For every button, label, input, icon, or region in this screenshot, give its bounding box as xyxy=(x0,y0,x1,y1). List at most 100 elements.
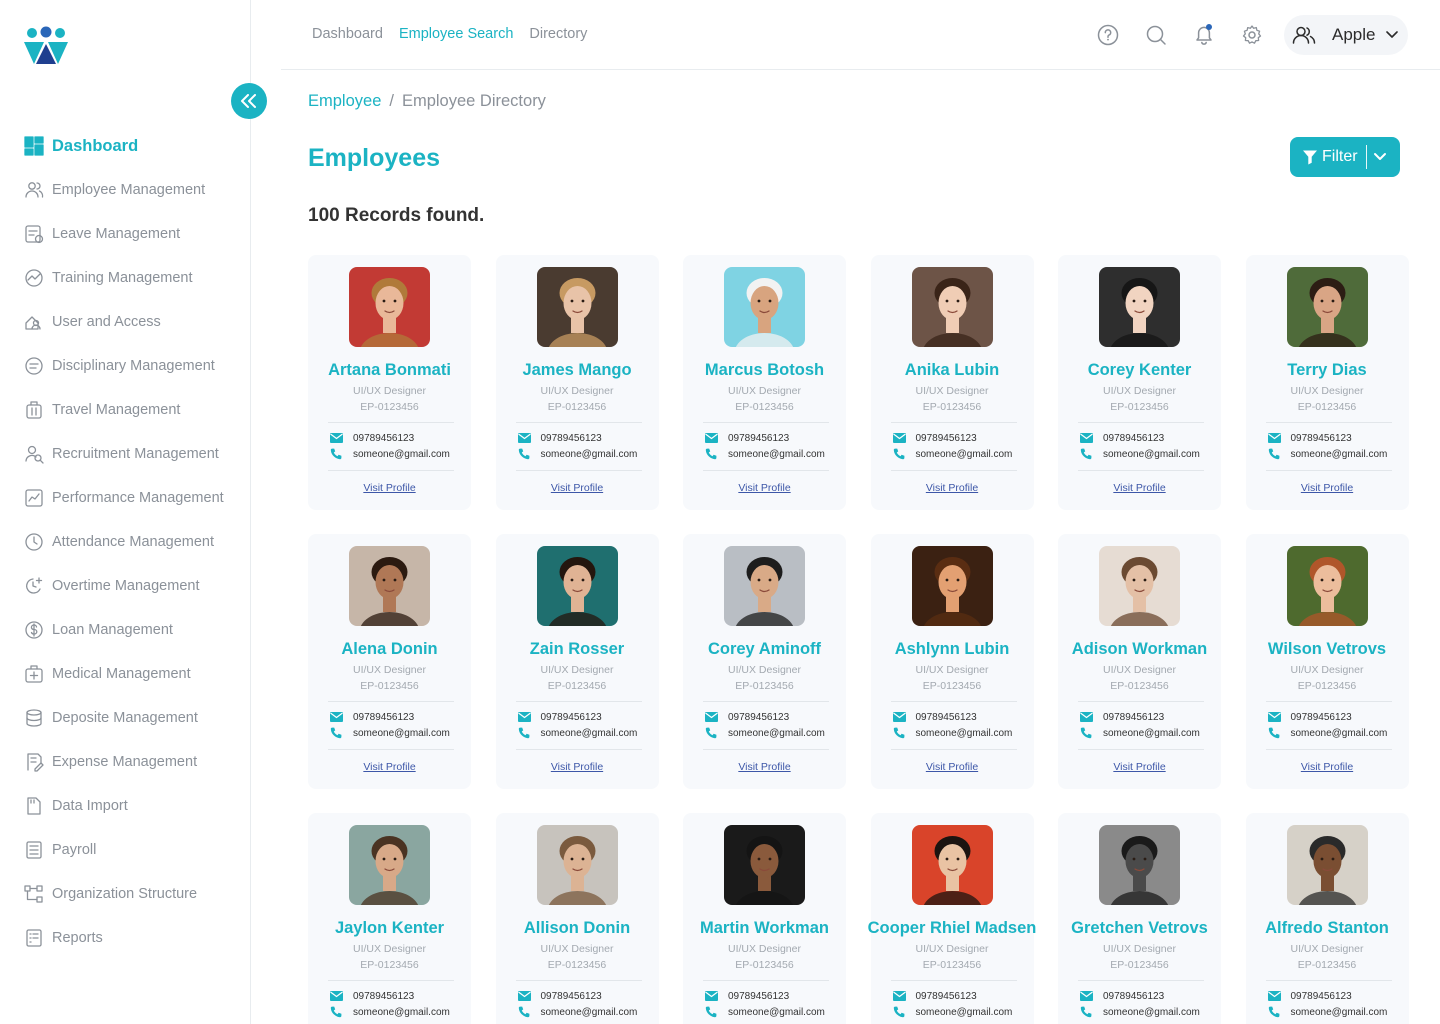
sidebar-item-travel-management[interactable]: Travel Management xyxy=(24,388,244,432)
employee-card: Zain Rosser UI/UX Designer EP-0123456 09789… xyxy=(495,534,659,789)
sidebar-item-label: Attendance Management xyxy=(52,534,215,550)
phone-text: 09789456123 xyxy=(353,711,415,723)
employee-id: EP-0123456 xyxy=(360,401,419,413)
employee-role: UI/UX Designer xyxy=(1103,664,1176,676)
employee-phone: 09789456123 xyxy=(1080,990,1164,1002)
sidebar-item-label: Loan Management xyxy=(52,622,173,638)
card-divider xyxy=(515,470,642,471)
user-menu[interactable]: Apple xyxy=(1284,15,1408,55)
tab-employee-search[interactable]: Employee Search xyxy=(399,26,513,42)
sidebar-item-overtime-management[interactable]: Overtime Management xyxy=(24,564,244,608)
sidebar-item-reports[interactable]: Reports xyxy=(24,916,244,960)
phone-text: 09789456123 xyxy=(1290,990,1352,1002)
company-logo-icon xyxy=(24,26,68,64)
phone-icon xyxy=(893,727,904,739)
mail-icon xyxy=(705,712,718,722)
sidebar-item-employee-management[interactable]: Employee Management xyxy=(24,168,244,212)
employee-phone: 09789456123 xyxy=(892,711,977,723)
card-divider xyxy=(890,749,1017,750)
card-divider xyxy=(1078,470,1204,471)
settings-button[interactable] xyxy=(1240,22,1264,48)
visit-profile-link[interactable]: Visit Profile xyxy=(683,761,846,773)
filter-button[interactable]: Filter xyxy=(1290,137,1400,177)
sidebar-item-organization-structure[interactable]: Organization Structure xyxy=(24,872,244,916)
sidebar-item-user-and-access[interactable]: User and Access xyxy=(24,300,244,344)
chart-icon xyxy=(24,488,44,508)
employee-card: Adison Workman UI/UX Designer EP-0123456 09… xyxy=(1058,534,1221,789)
sidebar-item-data-import[interactable]: Data Import xyxy=(24,784,244,828)
visit-profile-link[interactable]: Visit Profile xyxy=(1246,761,1409,773)
page-title: Employees xyxy=(308,144,441,172)
mail-icon xyxy=(517,433,531,443)
visit-profile-link[interactable]: Visit Profile xyxy=(683,482,846,494)
employee-phone: 09789456123 xyxy=(705,432,789,444)
visit-profile-link[interactable]: Visit Profile xyxy=(1058,482,1221,494)
gear-icon xyxy=(1242,25,1262,44)
employee-name: Anika Lubin xyxy=(904,361,1000,379)
employee-card: Allison Donin UI/UX Designer EP-0123456 097… xyxy=(495,813,659,1024)
employee-name: Alfredo Stanton xyxy=(1265,919,1389,937)
employee-role: UI/UX Designer xyxy=(915,385,989,397)
employee-role: UI/UX Designer xyxy=(353,943,426,955)
chevron-down-icon[interactable] xyxy=(1373,152,1387,162)
employee-email: someone@gmail.com xyxy=(330,1006,450,1018)
help-button[interactable] xyxy=(1096,22,1120,48)
sidebar-item-label: Performance Management xyxy=(52,490,224,506)
mail-icon xyxy=(705,991,718,1001)
visit-profile-link[interactable]: Visit Profile xyxy=(1246,482,1409,494)
sidebar-item-training-management[interactable]: Training Management xyxy=(24,256,244,300)
sidebar-item-label: Disciplinary Management xyxy=(52,358,215,374)
breadcrumb-employee[interactable]: Employee xyxy=(308,92,381,111)
employee-role: UI/UX Designer xyxy=(728,385,801,397)
avatar xyxy=(349,825,430,905)
visit-profile-link[interactable]: Visit Profile xyxy=(871,761,1034,773)
visit-profile-link[interactable]: Visit Profile xyxy=(1058,761,1221,773)
card-divider xyxy=(890,701,1017,702)
sidebar-item-payroll[interactable]: Payroll xyxy=(24,828,244,872)
card-divider xyxy=(890,980,1017,981)
notifications-button[interactable] xyxy=(1192,22,1216,48)
visit-profile-link[interactable]: Visit Profile xyxy=(496,482,659,494)
sidebar-item-dashboard[interactable]: Dashboard xyxy=(24,124,244,168)
employee-email: someone@gmail.com xyxy=(1080,1006,1200,1018)
phone-icon xyxy=(330,448,342,460)
visit-profile-link[interactable]: Visit Profile xyxy=(496,761,659,773)
sidebar-item-label: Payroll xyxy=(52,842,97,858)
employee-name: Terry Dias xyxy=(1287,361,1367,379)
sidebar-item-leave-management[interactable]: Leave Management xyxy=(24,212,244,256)
sidebar-item-expense-management[interactable]: Expense Management xyxy=(24,740,244,784)
top-tabs: Dashboard Employee Search Directory xyxy=(312,26,587,42)
card-divider xyxy=(703,470,829,471)
mail-icon xyxy=(1267,433,1281,443)
visit-profile-link[interactable]: Visit Profile xyxy=(871,482,1034,494)
sidebar-item-recruitment-management[interactable]: Recruitment Management xyxy=(24,432,244,476)
avatar xyxy=(911,267,993,347)
search-button[interactable] xyxy=(1144,22,1168,48)
sidebar-item-loan-management[interactable]: Loan Management xyxy=(24,608,244,652)
employee-card: Artana Bonmati UI/UX Designer EP-0123456 09… xyxy=(308,255,471,510)
card-divider xyxy=(515,422,642,423)
email-text: someone@gmail.com xyxy=(353,727,450,739)
sidebar-item-label: Organization Structure xyxy=(52,886,198,902)
mail-icon xyxy=(892,991,906,1001)
visit-profile-link[interactable]: Visit Profile xyxy=(308,761,471,773)
sidebar-item-attendance-management[interactable]: Attendance Management xyxy=(24,520,244,564)
avatar xyxy=(349,267,430,347)
sidebar-item-medical-management[interactable]: Medical Management xyxy=(24,652,244,696)
sidebar-item-deposite-management[interactable]: Deposite Management xyxy=(24,696,244,740)
mail-icon xyxy=(892,712,906,722)
bell-icon xyxy=(1196,24,1212,45)
sidebar-item-performance-management[interactable]: Performance Management xyxy=(24,476,244,520)
visit-profile-link[interactable]: Visit Profile xyxy=(308,482,471,494)
avatar xyxy=(536,825,618,905)
phone-icon xyxy=(518,1006,529,1018)
tab-directory[interactable]: Directory xyxy=(529,26,587,42)
employee-role: UI/UX Designer xyxy=(540,943,614,955)
tab-dashboard[interactable]: Dashboard xyxy=(312,26,383,42)
employee-id: EP-0123456 xyxy=(922,959,982,971)
breadcrumb: Employee / Employee Directory xyxy=(308,92,546,111)
sidebar-item-disciplinary-management[interactable]: Disciplinary Management xyxy=(24,344,244,388)
collapse-sidebar-button[interactable] xyxy=(231,83,267,119)
employee-phone: 09789456123 xyxy=(517,432,602,444)
email-text: someone@gmail.com xyxy=(353,1006,450,1018)
